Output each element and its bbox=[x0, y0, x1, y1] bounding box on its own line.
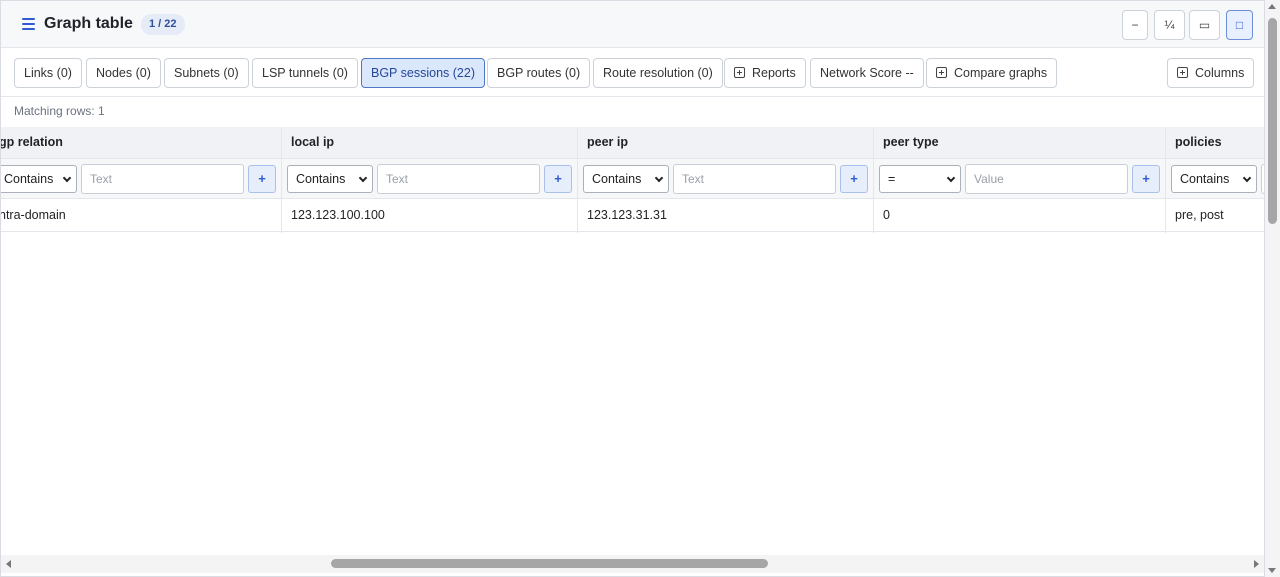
chevron-down-icon bbox=[654, 173, 664, 183]
operator-value: = bbox=[888, 172, 896, 186]
minimize-button[interactable]: − bbox=[1122, 10, 1148, 40]
column-divider[interactable] bbox=[873, 127, 874, 233]
tab-label: Compare graphs bbox=[954, 66, 1048, 80]
tab-label: Subnets (0) bbox=[174, 66, 239, 80]
table-header-row: gp relation local ip peer ip peer type p… bbox=[1, 127, 1264, 159]
tab-label: BGP sessions (22) bbox=[371, 66, 475, 80]
vertical-scrollbar[interactable] bbox=[1265, 0, 1280, 577]
plus-square-icon bbox=[734, 67, 745, 78]
add-filter-button[interactable]: + bbox=[840, 165, 868, 193]
tab-lsp-tunnels[interactable]: LSP tunnels (0) bbox=[252, 58, 358, 88]
horizontal-scrollbar[interactable] bbox=[1, 555, 1264, 573]
column-divider[interactable] bbox=[281, 127, 282, 233]
filter-text-input[interactable]: Text bbox=[673, 164, 836, 194]
cell-bgp-relation: ntra-domain bbox=[1, 208, 66, 222]
quarter-size-button[interactable]: ¼ bbox=[1154, 10, 1185, 40]
tab-label: Route resolution (0) bbox=[603, 66, 713, 80]
tab-label: Reports bbox=[752, 66, 796, 80]
operator-value: Contains bbox=[592, 172, 642, 186]
tab-bgp-sessions[interactable]: BGP sessions (22) bbox=[361, 58, 485, 88]
column-header-bgp-relation[interactable]: gp relation bbox=[1, 135, 63, 149]
page-title: Graph table bbox=[44, 15, 133, 32]
column-header-policies[interactable]: policies bbox=[1175, 135, 1222, 149]
column-divider[interactable] bbox=[1165, 127, 1166, 233]
chevron-down-icon bbox=[1242, 173, 1252, 183]
plus-square-icon bbox=[1177, 67, 1188, 78]
data-table: gp relation local ip peer ip peer type p… bbox=[1, 127, 1264, 233]
tab-nodes[interactable]: Nodes (0) bbox=[86, 58, 161, 88]
matching-rows-count: Matching rows: 1 bbox=[14, 104, 105, 118]
scroll-down-arrow-icon[interactable] bbox=[1268, 568, 1276, 573]
tab-links[interactable]: Links (0) bbox=[14, 58, 82, 88]
column-header-local-ip[interactable]: local ip bbox=[291, 135, 334, 149]
cell-policies: pre, post bbox=[1175, 208, 1224, 222]
operator-select[interactable]: Contains bbox=[287, 165, 373, 193]
compare-graphs-button[interactable]: Compare graphs bbox=[926, 58, 1058, 88]
page-counter-badge: 1 / 22 bbox=[141, 14, 185, 35]
tab-bgp-routes[interactable]: BGP routes (0) bbox=[487, 58, 591, 88]
graph-table-panel: Graph table 1 / 22 − ¼ ▭ □ Links (0) Nod… bbox=[0, 0, 1265, 577]
table-row[interactable]: ntra-domain 123.123.100.100 123.123.31.3… bbox=[1, 199, 1264, 232]
column-header-peer-type[interactable]: peer type bbox=[883, 135, 939, 149]
reports-button[interactable]: Reports bbox=[724, 58, 806, 88]
operator-select[interactable]: Contains bbox=[583, 165, 669, 193]
operator-select[interactable]: Contains bbox=[1, 165, 77, 193]
chevron-down-icon bbox=[62, 173, 72, 183]
operator-select[interactable]: Contains bbox=[1171, 165, 1257, 193]
cell-local-ip: 123.123.100.100 bbox=[291, 208, 385, 222]
chevron-down-icon bbox=[946, 173, 956, 183]
tab-label: Nodes (0) bbox=[96, 66, 151, 80]
column-header-peer-ip[interactable]: peer ip bbox=[587, 135, 628, 149]
operator-value: Contains bbox=[296, 172, 346, 186]
chevron-down-icon bbox=[358, 173, 368, 183]
tab-label: BGP routes (0) bbox=[497, 66, 581, 80]
tab-route-resolution[interactable]: Route resolution (0) bbox=[593, 58, 723, 88]
cell-peer-ip: 123.123.31.31 bbox=[587, 208, 667, 222]
table-filter-row: Contains Text + Contains Text + Contains… bbox=[1, 159, 1264, 199]
maximize-button[interactable]: □ bbox=[1226, 10, 1253, 40]
scroll-up-arrow-icon[interactable] bbox=[1268, 4, 1276, 9]
columns-label: Columns bbox=[1195, 66, 1245, 80]
tab-bar: Links (0) Nodes (0) Subnets (0) LSP tunn… bbox=[1, 49, 1264, 97]
vertical-scroll-thumb[interactable] bbox=[1268, 18, 1277, 224]
filter-value-input[interactable]: Value bbox=[965, 164, 1128, 194]
scroll-left-arrow-icon[interactable] bbox=[6, 560, 11, 568]
columns-button[interactable]: Columns bbox=[1167, 58, 1255, 88]
tab-subnets[interactable]: Subnets (0) bbox=[164, 58, 249, 88]
network-score-button[interactable]: Network Score -- bbox=[810, 58, 924, 88]
scroll-right-arrow-icon[interactable] bbox=[1254, 560, 1259, 568]
filter-text-input[interactable]: Text bbox=[377, 164, 540, 194]
filter-text-input[interactable]: Text bbox=[81, 164, 244, 194]
tab-label: Links (0) bbox=[24, 66, 72, 80]
operator-select[interactable]: = bbox=[879, 165, 961, 193]
panel-header: Graph table 1 / 22 − ¼ ▭ □ bbox=[1, 1, 1264, 48]
plus-square-icon bbox=[936, 67, 947, 78]
add-filter-button[interactable]: + bbox=[544, 165, 572, 193]
cell-peer-type: 0 bbox=[883, 208, 890, 222]
column-divider[interactable] bbox=[577, 127, 578, 233]
operator-value: Contains bbox=[1180, 172, 1230, 186]
hamburger-menu-icon[interactable] bbox=[22, 17, 35, 31]
add-filter-button[interactable]: + bbox=[1132, 165, 1160, 193]
horizontal-scroll-thumb[interactable] bbox=[331, 559, 768, 568]
operator-value: Contains bbox=[4, 172, 54, 186]
tab-label: LSP tunnels (0) bbox=[262, 66, 348, 80]
add-filter-button[interactable]: + bbox=[248, 165, 276, 193]
tab-label: Network Score -- bbox=[820, 66, 914, 80]
half-size-button[interactable]: ▭ bbox=[1189, 10, 1220, 40]
